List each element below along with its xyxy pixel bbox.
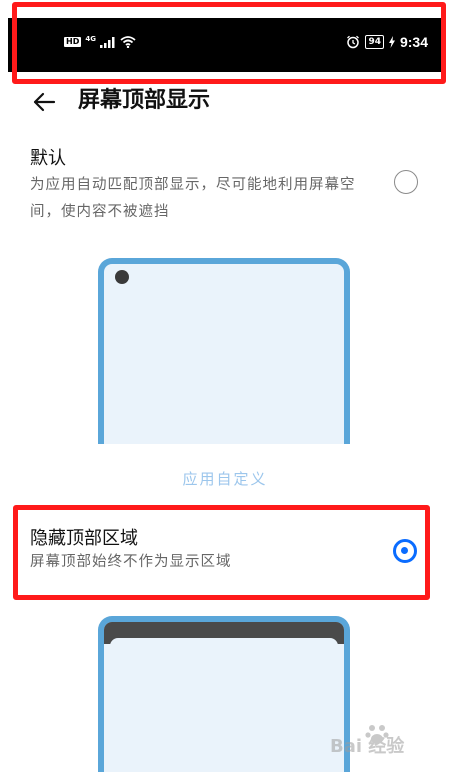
option-hide-top-area[interactable]: 隐藏顶部区域 屏幕顶部始终不作为显示区域 — [0, 520, 450, 590]
status-time: 9:34 — [399, 34, 428, 50]
status-right-group: 94 9:34 — [346, 34, 428, 50]
page-title: 屏幕顶部显示 — [78, 88, 211, 113]
screen: HD 4G 94 9:34 屏幕顶部显示 默认 为应用自动匹配顶部显示，尽可能地… — [0, 0, 450, 772]
watermark-text: Bai 经验 — [330, 736, 405, 757]
alarm-icon — [347, 35, 360, 49]
battery-icon: 94 — [365, 35, 384, 49]
option-hide-title: 隐藏顶部区域 — [30, 528, 138, 549]
back-button[interactable] — [28, 86, 60, 118]
charging-icon — [388, 36, 395, 48]
default-illustration — [98, 258, 350, 444]
signal-icon — [99, 36, 115, 48]
option-hide-description: 屏幕顶部始终不作为显示区域 — [30, 554, 232, 570]
hide-top-illustration — [98, 616, 350, 772]
arrow-left-icon — [33, 92, 56, 112]
section-label-app-custom[interactable]: 应用自定义 — [0, 468, 450, 489]
option-default-description: 为应用自动匹配顶部显示，尽可能地利用屏幕空间，使内容不被遮挡 — [30, 177, 356, 220]
illustration-screen — [110, 638, 338, 772]
status-left-group: HD 4G — [64, 35, 136, 48]
option-default-radio[interactable] — [394, 170, 418, 194]
watermark: Bai 经验 — [328, 720, 428, 757]
option-hide-radio[interactable] — [393, 539, 417, 563]
app-header: 屏幕顶部显示 — [0, 82, 450, 128]
option-default[interactable]: 默认 为应用自动匹配顶部显示，尽可能地利用屏幕空间，使内容不被遮挡 — [0, 140, 450, 232]
wifi-icon — [120, 36, 136, 48]
punch-hole-camera-icon — [115, 270, 129, 284]
network-type-label: 4G — [85, 35, 96, 43]
status-bar: HD 4G 94 9:34 — [0, 0, 450, 88]
hd-icon: HD — [64, 37, 82, 47]
option-default-title: 默认 — [30, 148, 66, 169]
